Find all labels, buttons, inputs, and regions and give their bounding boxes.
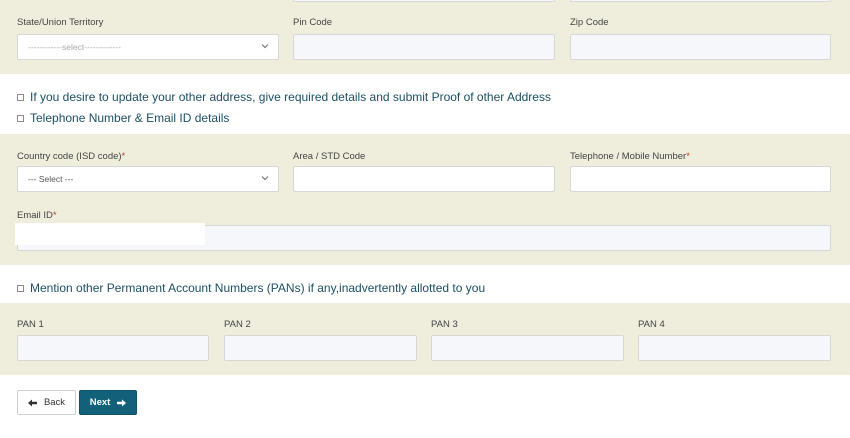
previous-row-field-left: [293, 0, 555, 2]
other-pans-option[interactable]: Mention other Permanent Account Numbers …: [17, 281, 485, 295]
pan4-input[interactable]: [638, 335, 831, 361]
other-pans-label: Mention other Permanent Account Numbers …: [30, 281, 486, 295]
redacted-value: [574, 171, 644, 187]
other-address-option[interactable]: If you desire to update your other addre…: [17, 90, 551, 104]
chevron-down-icon: [260, 173, 270, 183]
telephone-email-option[interactable]: Telephone Number & Email ID details: [17, 111, 229, 125]
state-select-value: ------------select-------------: [28, 42, 121, 52]
pan1-label: PAN 1: [17, 319, 44, 330]
pan4-label: PAN 4: [638, 319, 665, 330]
chevron-down-icon: [260, 41, 270, 51]
back-button-label: Back: [43, 397, 66, 408]
pan2-label: PAN 2: [224, 319, 251, 330]
telephone-email-checkbox[interactable]: [17, 114, 24, 122]
country-code-select-value: --- Select ---: [28, 174, 74, 184]
contact-panel: Country code (ISD code)* --- Select --- …: [0, 134, 850, 265]
address-panel: State/Union Territory ------------select…: [0, 0, 850, 74]
state-select[interactable]: ------------select-------------: [17, 34, 279, 60]
other-address-label: If you desire to update your other addre…: [30, 90, 551, 104]
pan2-input[interactable]: [224, 335, 417, 361]
pan1-input[interactable]: [17, 335, 209, 361]
telephone-label: Telephone / Mobile Number*: [570, 151, 690, 162]
pan3-label: PAN 3: [431, 319, 458, 330]
zip-code-label: Zip Code: [570, 17, 609, 28]
telephone-email-label: Telephone Number & Email ID details: [30, 111, 230, 125]
pin-code-input[interactable]: [293, 34, 555, 60]
state-label: State/Union Territory: [17, 17, 104, 28]
previous-row-field-right: [570, 0, 831, 2]
back-button[interactable]: Back: [17, 390, 76, 415]
next-button[interactable]: Next: [79, 390, 137, 415]
email-label: Email ID*: [17, 210, 57, 221]
pan3-input[interactable]: [431, 335, 624, 361]
zip-code-input[interactable]: [570, 34, 831, 60]
other-pans-checkbox[interactable]: [17, 284, 24, 292]
area-std-label: Area / STD Code: [293, 151, 366, 162]
area-std-input[interactable]: [293, 166, 555, 192]
arrow-left-icon: [27, 399, 37, 407]
telephone-input[interactable]: [570, 166, 831, 192]
pan-panel: PAN 1 PAN 2 PAN 3 PAN 4: [0, 303, 850, 375]
country-code-label: Country code (ISD code)*: [17, 151, 126, 162]
pin-code-label: Pin Code: [293, 17, 333, 28]
redacted-email-value: [15, 223, 205, 245]
next-button-label: Next: [89, 397, 111, 408]
arrow-right-icon: [117, 399, 127, 407]
country-code-select[interactable]: --- Select ---: [17, 166, 279, 192]
other-address-checkbox[interactable]: [17, 93, 24, 101]
